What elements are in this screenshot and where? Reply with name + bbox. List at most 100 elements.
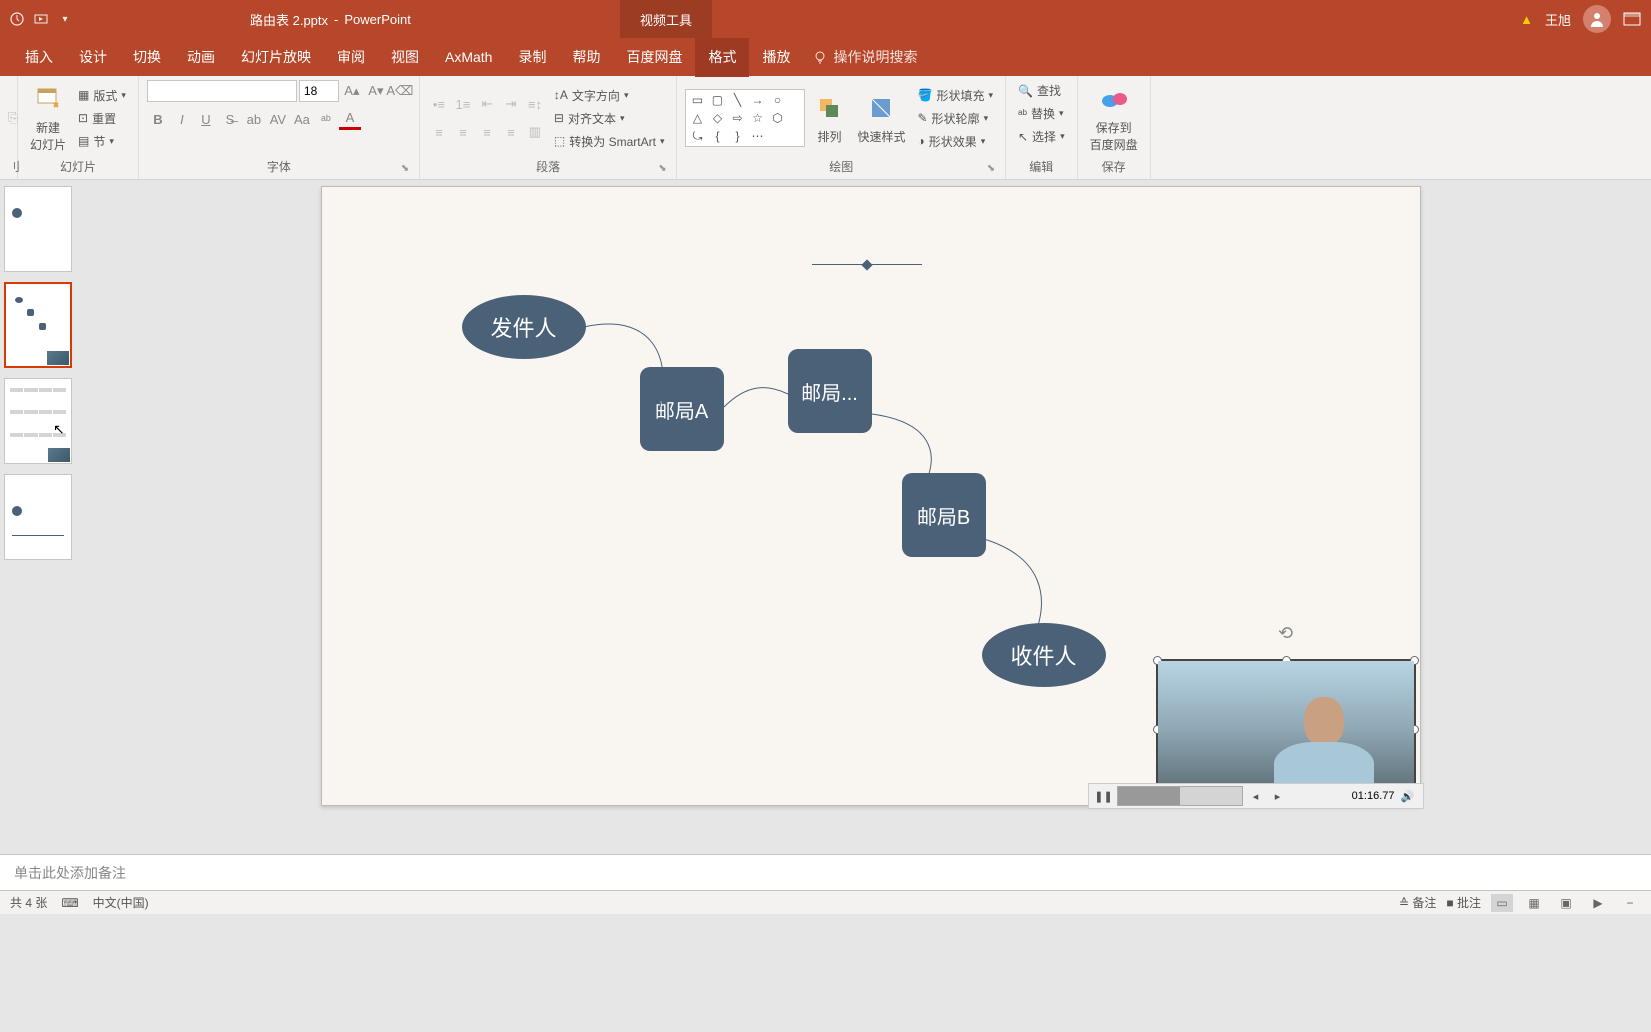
tab-axmath[interactable]: AxMath: [432, 39, 505, 75]
layout-button[interactable]: ▦版式▾: [74, 85, 130, 106]
font-family-combo[interactable]: [147, 80, 297, 102]
shape-rect-icon[interactable]: ▭: [688, 92, 706, 108]
notes-pane[interactable]: 单击此处添加备注: [0, 854, 1651, 890]
select-button[interactable]: ↖选择▾: [1014, 126, 1069, 147]
receiver-shape[interactable]: 收件人: [982, 623, 1106, 687]
replace-button[interactable]: ᵃᵇ替换▾: [1014, 103, 1068, 124]
arrange-button[interactable]: 排列: [809, 90, 849, 147]
shape-fill-button[interactable]: 🪣形状填充▾: [913, 85, 997, 106]
shape-oval-icon[interactable]: ○: [768, 92, 786, 108]
tell-me-search[interactable]: 操作说明搜索: [813, 47, 917, 67]
bullets-icon[interactable]: •≡: [428, 93, 450, 115]
tab-view[interactable]: 视图: [378, 37, 432, 77]
numbering-icon[interactable]: 1≡: [452, 93, 474, 115]
ribbon-display-icon[interactable]: [1623, 12, 1641, 26]
autosave-icon[interactable]: [8, 10, 26, 28]
slide-thumbnail-panel[interactable]: ↖: [0, 180, 90, 854]
post-a-shape[interactable]: 邮局A: [640, 367, 724, 451]
spell-check-icon[interactable]: ⌨: [61, 896, 78, 910]
shape-more-icon[interactable]: ⋯: [748, 128, 766, 144]
reset-button[interactable]: ⊡重置: [74, 108, 130, 129]
decrease-indent-icon[interactable]: ⇤: [476, 93, 498, 115]
section-button[interactable]: ▤节▾: [74, 131, 130, 152]
rotate-handle-icon[interactable]: ⟲: [1278, 623, 1293, 644]
columns-icon[interactable]: ▥: [524, 121, 546, 143]
slide-canvas[interactable]: 发件人 邮局A 邮局... 邮局B 收件人 ⟲: [321, 186, 1421, 806]
tab-baidu[interactable]: 百度网盘: [613, 37, 695, 77]
shape-triangle-icon[interactable]: △: [688, 110, 706, 126]
paragraph-launcher-icon[interactable]: ⬊: [656, 163, 668, 175]
shape-effects-button[interactable]: ◑形状效果▾: [913, 131, 997, 152]
reading-view-icon[interactable]: ▣: [1555, 894, 1577, 912]
pause-button[interactable]: ❚❚: [1095, 787, 1113, 805]
shape-rrect-icon[interactable]: ▢: [708, 92, 726, 108]
italic-icon[interactable]: I: [171, 108, 193, 130]
sender-shape[interactable]: 发件人: [462, 295, 586, 359]
new-slide-button[interactable]: 新建 幻灯片: [26, 81, 70, 155]
video-progress-bar[interactable]: [1117, 786, 1243, 806]
font-color-icon[interactable]: A: [339, 108, 361, 130]
increase-indent-icon[interactable]: ⇥: [500, 93, 522, 115]
tab-help[interactable]: 帮助: [559, 37, 613, 77]
shapes-gallery[interactable]: ▭ ▢ ╲ → ○ △ ◇ ⇨ ☆ ⬡ ⤿ { } ⋯: [685, 89, 805, 147]
user-avatar[interactable]: [1583, 5, 1611, 33]
bold-icon[interactable]: B: [147, 108, 169, 130]
change-case-icon[interactable]: Aa: [291, 108, 313, 130]
sorter-view-icon[interactable]: ▦: [1523, 894, 1545, 912]
prev-frame-button[interactable]: ◂: [1247, 787, 1265, 805]
language-label[interactable]: 中文(中国): [93, 894, 149, 911]
increase-font-icon[interactable]: A▴: [341, 80, 363, 102]
text-direction-button[interactable]: ↕A文字方向▾: [550, 85, 669, 106]
tab-format[interactable]: 格式: [695, 37, 749, 77]
strikethrough-icon[interactable]: S̶: [219, 108, 241, 130]
shape-darrow-icon[interactable]: ⇨: [728, 110, 746, 126]
align-center-icon[interactable]: ≡: [452, 121, 474, 143]
underline-icon[interactable]: U: [195, 108, 217, 130]
shape-connector-icon[interactable]: ⤿: [688, 128, 706, 144]
shape-hex-icon[interactable]: ⬡: [768, 110, 786, 126]
align-left-icon[interactable]: ≡: [428, 121, 450, 143]
video-object[interactable]: ⟲ ❚❚ ◂ ▸ 01:16.77 🔊: [1156, 659, 1416, 799]
slide-thumbnail-3[interactable]: ↖: [4, 378, 72, 464]
shape-lbrace-icon[interactable]: {: [708, 128, 726, 144]
find-button[interactable]: 🔍查找: [1014, 80, 1065, 101]
drawing-launcher-icon[interactable]: ⬊: [985, 163, 997, 175]
zoom-out-icon[interactable]: −: [1619, 894, 1641, 912]
shape-star-icon[interactable]: ☆: [748, 110, 766, 126]
align-text-button[interactable]: ⊟对齐文本▾: [550, 108, 669, 129]
align-right-icon[interactable]: ≡: [476, 121, 498, 143]
decrease-font-icon[interactable]: A▾: [365, 80, 387, 102]
shape-rbrace-icon[interactable]: }: [728, 128, 746, 144]
notes-toggle[interactable]: ≙ 备注: [1399, 894, 1436, 911]
justify-icon[interactable]: ≡: [500, 121, 522, 143]
slide-thumbnail-1[interactable]: [4, 186, 72, 272]
tab-animations[interactable]: 动画: [174, 37, 228, 77]
tab-playback[interactable]: 播放: [749, 37, 803, 77]
post-dots-shape[interactable]: 邮局...: [788, 349, 872, 433]
post-b-shape[interactable]: 邮局B: [902, 473, 986, 557]
tab-record[interactable]: 录制: [505, 37, 559, 77]
shape-line-icon[interactable]: ╲: [728, 92, 746, 108]
smartart-button[interactable]: ⬚转换为 SmartArt▾: [550, 131, 669, 152]
shape-diamond-icon[interactable]: ◇: [708, 110, 726, 126]
clear-format-icon[interactable]: A⌫: [389, 80, 411, 102]
volume-icon[interactable]: 🔊: [1399, 787, 1417, 805]
highlight-icon[interactable]: ᵃᵇ: [315, 108, 337, 130]
save-to-baidu-button[interactable]: 保存到 百度网盘: [1086, 81, 1142, 155]
tab-slideshow[interactable]: 幻灯片放映: [228, 37, 324, 77]
font-launcher-icon[interactable]: ⬊: [399, 163, 411, 175]
format-painter-icon[interactable]: ⎘: [8, 107, 18, 129]
tab-design[interactable]: 设计: [66, 37, 120, 77]
slide-canvas-area[interactable]: 发件人 邮局A 邮局... 邮局B 收件人 ⟲: [90, 180, 1651, 854]
font-size-combo[interactable]: [299, 80, 339, 102]
slide-thumbnail-2[interactable]: [4, 282, 72, 368]
start-from-beginning-icon[interactable]: [32, 10, 50, 28]
comments-toggle[interactable]: ■ 批注: [1446, 894, 1481, 911]
shape-arrow-icon[interactable]: →: [748, 92, 766, 108]
warning-icon[interactable]: ▲: [1520, 12, 1533, 27]
quick-styles-button[interactable]: 快速样式: [853, 90, 909, 147]
tab-review[interactable]: 审阅: [324, 37, 378, 77]
tab-insert[interactable]: 插入: [12, 37, 66, 77]
normal-view-icon[interactable]: ▭: [1491, 894, 1513, 912]
shadow-icon[interactable]: ab: [243, 108, 265, 130]
